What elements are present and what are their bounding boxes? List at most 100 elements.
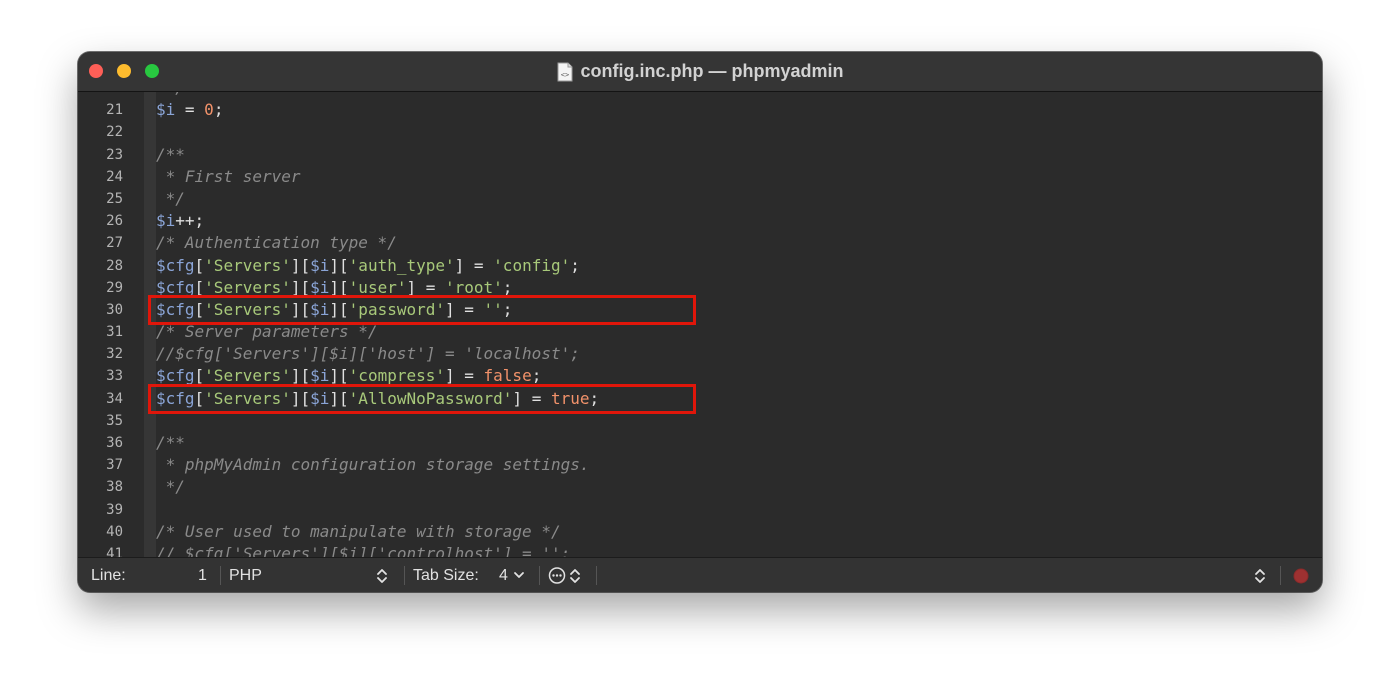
line-number: 20 xyxy=(78,92,123,99)
code-line[interactable]: 22 xyxy=(78,121,1322,143)
code-line[interactable]: 41 // $cfg['Servers'][$i]['controlhost'] … xyxy=(78,543,1322,557)
title-group: <> config.inc.php — phpmyadmin xyxy=(78,52,1322,91)
status-divider xyxy=(539,566,540,585)
code-token: */ xyxy=(156,188,185,208)
code-token: [ xyxy=(194,255,205,275)
status-divider xyxy=(220,566,221,585)
code-token: /** xyxy=(156,144,185,164)
code-line[interactable]: 28 $cfg['Servers'][$i]['auth_type'] = 'co… xyxy=(78,255,1322,277)
code-text: */ xyxy=(156,476,185,498)
code-token: //$cfg['Servers'][$i]['host'] = 'localho… xyxy=(156,344,580,364)
code-token: ][ xyxy=(290,255,311,275)
code-token: $i xyxy=(310,255,330,275)
code-text: $i = 0; xyxy=(156,99,223,121)
tab-size-chevron-icon[interactable] xyxy=(513,570,525,582)
line-number: 24 xyxy=(106,168,123,185)
code-token: 'config' xyxy=(493,255,571,275)
code-editor[interactable]: 20 */21$i = 0;2223/**24 * First server25… xyxy=(78,92,1322,557)
code-line[interactable]: 24 * First server xyxy=(78,166,1322,188)
highlight-box-allownopassword xyxy=(148,384,696,414)
code-token: /* Authentication type */ xyxy=(156,233,397,253)
line-number: 39 xyxy=(106,501,123,518)
code-text: */ xyxy=(156,188,185,210)
status-divider xyxy=(1280,566,1281,585)
code-line[interactable]: 23 /** xyxy=(78,144,1322,166)
code-token: $cfg xyxy=(156,255,195,275)
code-line[interactable]: 26 $i++; xyxy=(78,210,1322,232)
line-number: 40 xyxy=(106,523,123,540)
code-token: 'root' xyxy=(445,277,503,297)
code-token: 'Servers' xyxy=(204,366,291,386)
code-text: /* Authentication type */ xyxy=(156,232,397,254)
line-number: 41 xyxy=(106,545,123,557)
code-token: 'Servers' xyxy=(204,255,291,275)
code-line[interactable]: 20 */ xyxy=(78,92,1322,99)
code-token: $i xyxy=(156,211,176,231)
code-token: */ xyxy=(156,92,185,97)
line-number-field[interactable]: 1 xyxy=(198,558,207,592)
code-token: ; xyxy=(502,277,513,297)
code-line[interactable]: 37 * phpMyAdmin configuration storage se… xyxy=(78,454,1322,476)
window-title: config.inc.php — phpmyadmin xyxy=(580,61,844,81)
code-token: ][ xyxy=(329,277,349,297)
code-token: ] = xyxy=(445,366,484,386)
language-selector[interactable]: PHP xyxy=(229,558,262,592)
code-line[interactable]: 36 /** xyxy=(78,432,1322,454)
symbol-chevron-icon[interactable] xyxy=(1254,567,1266,585)
line-number: 32 xyxy=(106,346,123,363)
code-text: /** xyxy=(156,144,185,166)
code-text: $i++; xyxy=(156,210,204,232)
code-token: ][ xyxy=(290,366,311,386)
code-token: $i xyxy=(310,366,330,386)
line-number: 21 xyxy=(106,102,123,119)
line-number: 28 xyxy=(106,257,123,274)
line-number: 37 xyxy=(106,457,123,474)
code-token: */ xyxy=(156,477,185,497)
title-bar: <> config.inc.php — phpmyadmin xyxy=(78,52,1322,92)
code-line[interactable]: 25 */ xyxy=(78,188,1322,210)
code-token: ++; xyxy=(175,211,205,231)
code-token: ][ xyxy=(329,366,349,386)
code-token: /* User used to manipulate with storage … xyxy=(156,521,561,541)
line-label: Line: xyxy=(91,567,126,584)
code-token: * phpMyAdmin configuration storage setti… xyxy=(156,455,590,475)
code-token: // $cfg['Servers'][$i]['controlhost'] = … xyxy=(156,543,571,557)
code-token: 'Servers' xyxy=(204,277,291,297)
record-indicator-icon[interactable] xyxy=(1293,568,1309,584)
code-token: ][ xyxy=(290,277,311,297)
line-number: 26 xyxy=(106,213,123,230)
code-text: // $cfg['Servers'][$i]['controlhost'] = … xyxy=(156,543,570,557)
code-token: [ xyxy=(194,277,205,297)
code-token: 0 xyxy=(204,100,214,120)
code-line[interactable]: 38 */ xyxy=(78,476,1322,498)
language-chevron-icon[interactable] xyxy=(376,567,388,585)
highlight-box-password xyxy=(148,295,696,325)
ellipsis-menu-icon[interactable] xyxy=(548,566,566,585)
php-file-icon: <> xyxy=(557,62,573,82)
code-text: //$cfg['Servers'][$i]['host'] = 'localho… xyxy=(156,343,580,365)
code-text: $cfg['Servers'][$i]['auth_type'] = 'conf… xyxy=(156,255,580,277)
code-text: /** xyxy=(156,432,185,454)
line-number: 25 xyxy=(106,190,123,207)
code-token: 'compress' xyxy=(348,366,445,386)
line-number: 36 xyxy=(106,435,123,451)
code-token: ][ xyxy=(329,255,349,275)
code-token: [ xyxy=(194,366,205,386)
code-line[interactable]: 27 /* Authentication type */ xyxy=(78,232,1322,254)
code-text: * phpMyAdmin configuration storage setti… xyxy=(156,454,590,476)
line-number: 27 xyxy=(106,235,123,252)
status-divider xyxy=(596,566,597,585)
code-token: $cfg xyxy=(156,366,195,386)
status-bar: Line: 1 PHP Tab Size: 4 xyxy=(78,557,1322,592)
tab-size-selector[interactable]: 4 xyxy=(499,558,508,592)
code-line[interactable]: 21 $i = 0; xyxy=(78,99,1322,121)
code-line[interactable]: 40 /* User used to manipulate with storag… xyxy=(78,521,1322,543)
code-line[interactable]: 39 xyxy=(78,499,1322,521)
code-line[interactable]: 32 //$cfg['Servers'][$i]['host'] = 'local… xyxy=(78,343,1322,365)
line-number: 23 xyxy=(106,146,123,163)
code-token: $i xyxy=(310,277,330,297)
options-chevron-icon[interactable] xyxy=(569,567,581,585)
code-token: ; xyxy=(213,100,224,120)
code-token: /** xyxy=(156,433,185,452)
editor-window: <> config.inc.php — phpmyadmin 20 */ 21 $i… xyxy=(78,52,1322,592)
